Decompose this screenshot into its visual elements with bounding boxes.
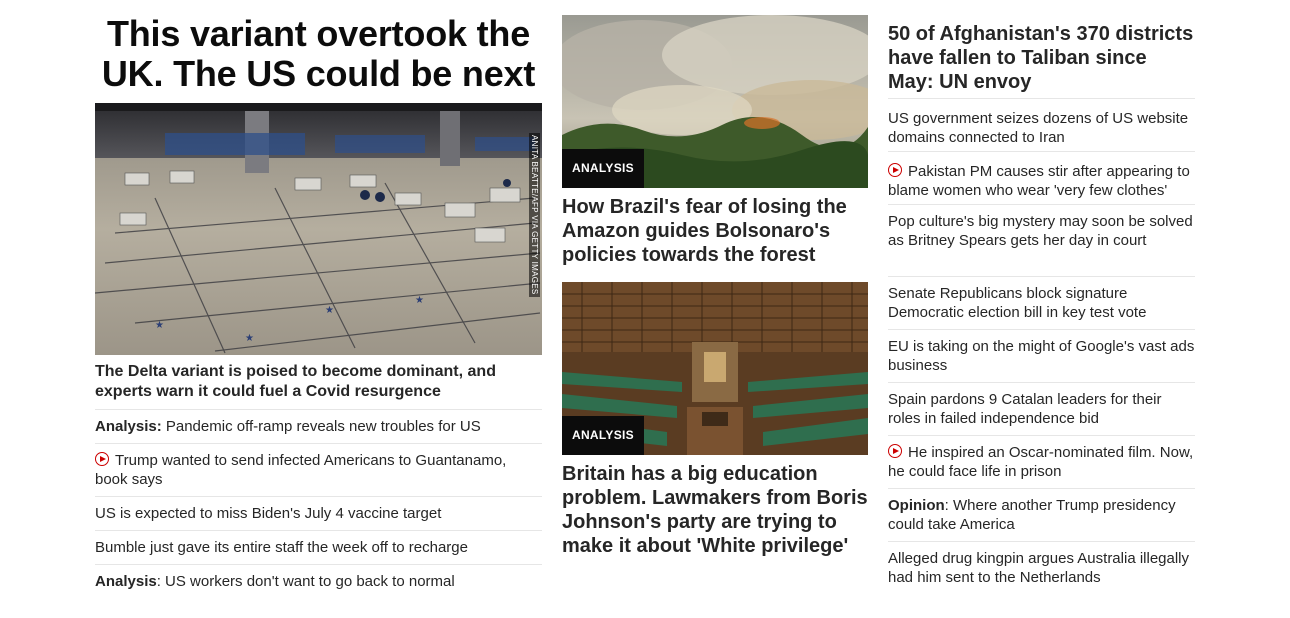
list-item[interactable]: US is expected to miss Biden's July 4 va… (95, 496, 542, 530)
svg-text:★: ★ (155, 320, 164, 331)
lead-story-image[interactable]: ★ ★ ★ ★ ANITA BEATTE/AFP VIA GETTY IMAGE… (95, 103, 542, 355)
amazon-story-image[interactable]: ANALYSIS (562, 15, 868, 188)
parliament-story-image[interactable]: ANALYSIS (562, 282, 868, 455)
lead-story-column: This variant overtook the UK. The US cou… (95, 0, 542, 590)
play-icon (888, 163, 902, 177)
list-item[interactable]: Senate Republicans block signature Democ… (888, 276, 1195, 329)
list-item[interactable]: He inspired an Oscar-nominated film. Now… (888, 435, 1195, 488)
amazon-story-headline[interactable]: How Brazil's fear of losing the Amazon g… (562, 195, 868, 267)
list-item[interactable]: Bumble just gave its entire staff the we… (95, 530, 542, 564)
play-icon (888, 444, 902, 458)
analysis-badge: ANALYSIS (562, 149, 644, 188)
play-icon (95, 452, 109, 466)
list-item[interactable]: Spain pardons 9 Catalan leaders for thei… (888, 382, 1195, 435)
list-item[interactable]: Opinion: Where another Trump presidency … (888, 488, 1195, 541)
list-item[interactable]: Analysis: Pandemic off-ramp reveals new … (95, 409, 542, 443)
education-story-headline[interactable]: Britain has a big education problem. Law… (562, 462, 868, 558)
image-credit: ANITA BEATTE/AFP VIA GETTY IMAGES (529, 133, 540, 297)
svg-text:★: ★ (415, 295, 424, 306)
lead-story-related-list: Analysis: Pandemic off-ramp reveals new … (95, 409, 542, 598)
list-item[interactable]: Analysis: US workers don't want to go ba… (95, 564, 542, 598)
list-item[interactable]: Pop culture's big mystery may soon be so… (888, 204, 1195, 276)
headlines-list: US government seizes dozens of US websit… (888, 98, 1195, 594)
afghanistan-story-headline[interactable]: 50 of Afghanistan's 370 districts have f… (888, 22, 1195, 94)
lead-story-title[interactable]: This variant overtook the UK. The US cou… (95, 14, 542, 94)
list-item[interactable]: EU is taking on the might of Google's va… (888, 329, 1195, 382)
list-item[interactable]: US government seizes dozens of US websit… (888, 98, 1195, 151)
list-item[interactable]: Pakistan PM causes stir after appearing … (888, 151, 1195, 204)
svg-text:★: ★ (245, 333, 254, 344)
list-item[interactable]: Alleged drug kingpin argues Australia il… (888, 541, 1195, 594)
lead-story-caption[interactable]: The Delta variant is poised to become do… (95, 362, 542, 402)
svg-text:★: ★ (325, 305, 334, 316)
analysis-badge: ANALYSIS (562, 416, 644, 455)
vaccination-hall-photo: ★ ★ ★ ★ (95, 103, 542, 355)
list-item[interactable]: Trump wanted to send infected Americans … (95, 443, 542, 496)
